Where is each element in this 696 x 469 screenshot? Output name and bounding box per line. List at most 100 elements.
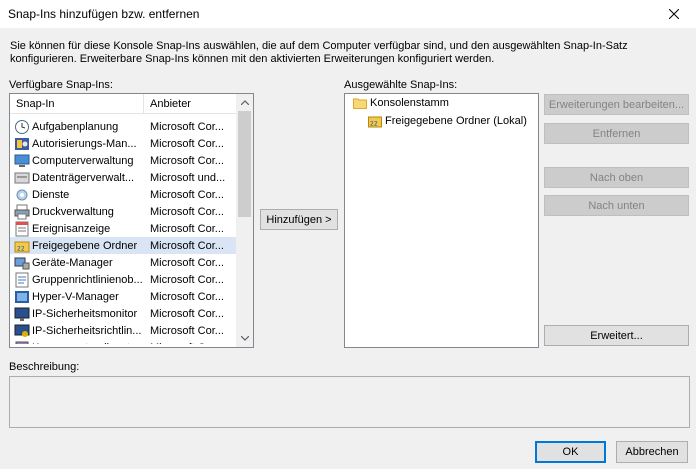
ok-button[interactable]: OK	[535, 441, 606, 463]
list-item-vendor: Microsoft Cor...	[150, 120, 224, 133]
list-item-vendor: Microsoft Cor...	[150, 290, 224, 303]
dialog-body: Sie können für diese Konsole Snap-Ins au…	[0, 28, 696, 469]
list-item-label: Aufgabenplanung	[32, 120, 119, 133]
hyper-v-icon	[15, 290, 29, 303]
computer-management-icon	[14, 154, 30, 167]
clock-icon	[15, 119, 29, 134]
list-item-vendor: Microsoft Cor...	[150, 205, 224, 218]
component-services-icon	[15, 341, 29, 344]
list-item-vendor: Microsoft Cor...	[150, 256, 224, 269]
list-item-name-cell: Computerverwaltung	[10, 153, 144, 169]
list-item-name-cell: Komponentendienste	[10, 340, 144, 345]
list-item-name-cell: Aufgabenplanung	[10, 119, 144, 135]
column-header-vendor[interactable]: Anbieter	[144, 94, 236, 114]
list-item-label: Datenträgerverwalt...	[32, 171, 135, 184]
chevron-down-icon	[240, 336, 249, 341]
list-item-label: IP-Sicherheitsrichtlin...	[32, 324, 142, 337]
list-item-label: Computerverwaltung	[32, 154, 134, 167]
list-item-label: Ereignisanzeige	[32, 222, 111, 235]
list-item[interactable]: Autorisierungs-Man... Microsoft Cor...	[10, 135, 236, 152]
list-item-vendor: Microsoft Cor...	[150, 307, 224, 320]
chevron-up-icon	[240, 100, 249, 105]
list-item-label: Gruppenrichtlinienob...	[32, 273, 143, 286]
shared-folders-icon: 22	[368, 116, 382, 128]
svg-text:22: 22	[370, 121, 378, 128]
svg-text:22: 22	[17, 245, 25, 252]
list-item-name-cell: Autorisierungs-Man...	[10, 136, 144, 152]
list-item[interactable]: Aufgabenplanung Microsoft Cor...	[10, 118, 236, 135]
tree-item-label: Konsolenstamm	[370, 97, 449, 109]
list-item-label: Hyper-V-Manager	[32, 290, 119, 303]
remove-button[interactable]: Entfernen	[544, 123, 689, 144]
close-button[interactable]	[652, 0, 696, 28]
list-item-label: Dienste	[32, 188, 70, 201]
list-item-vendor: Microsoft Cor...	[150, 222, 224, 235]
list-header: Snap-In Anbieter	[10, 94, 236, 114]
list-item-vendor: Microsoft und...	[150, 171, 226, 184]
services-gear-icon	[16, 189, 28, 200]
selected-snapins-label: Ausgewählte Snap-Ins:	[344, 79, 458, 91]
description-label: Beschreibung:	[9, 361, 80, 373]
list-item[interactable]: Hyper-V-Manager Microsoft Cor...	[10, 288, 236, 305]
list-item-label: Geräte-Manager	[32, 256, 113, 269]
list-item-name-cell: Geräte-Manager	[10, 255, 144, 271]
list-item-vendor: Microsoft Cor...	[150, 188, 224, 201]
vertical-scrollbar[interactable]	[236, 94, 253, 347]
list-item-name-cell: Hyper-V-Manager	[10, 289, 144, 305]
ip-security-monitor-icon	[14, 307, 30, 321]
move-up-button[interactable]: Nach oben	[544, 167, 689, 188]
group-policy-icon	[15, 272, 29, 287]
shared-folders-icon: 22	[14, 241, 30, 252]
list-item-vendor: Microsoft Cor...	[150, 324, 224, 337]
list-item[interactable]: Geräte-Manager Microsoft Cor...	[10, 254, 236, 271]
list-item-label: Autorisierungs-Man...	[32, 137, 137, 150]
disk-management-icon	[14, 172, 30, 183]
tree-item-console-root[interactable]: Konsolenstamm	[353, 97, 449, 109]
cancel-button[interactable]: Abbrechen	[616, 441, 688, 463]
available-snapins-list[interactable]: Snap-In Anbieter Aufgabenplanung Microsof…	[9, 93, 254, 348]
list-item-vendor: Microsoft Cor...	[150, 154, 224, 167]
advanced-button[interactable]: Erweitert...	[544, 325, 689, 346]
description-box	[9, 376, 690, 428]
add-button[interactable]: Hinzufügen >	[260, 209, 338, 230]
list-item-name-cell: Druckverwaltung	[10, 204, 144, 220]
list-item[interactable]: Dienste Microsoft Cor...	[10, 186, 236, 203]
list-item-name-cell: 22 Freigegebene Ordner	[10, 238, 144, 254]
move-down-button[interactable]: Nach unten	[544, 195, 689, 216]
list-item[interactable]: Komponentendienste Microsoft Cor...	[10, 339, 236, 344]
device-manager-icon	[14, 257, 30, 269]
list-item[interactable]: 22 Freigegebene Ordner Microsoft Cor...	[10, 237, 236, 254]
list-item[interactable]: Computerverwaltung Microsoft Cor...	[10, 152, 236, 169]
list-item-label: Komponentendienste	[32, 342, 136, 345]
column-header-snapin[interactable]: Snap-In	[10, 94, 144, 114]
list-item-vendor: Microsoft Cor...	[150, 273, 224, 286]
list-item[interactable]: Druckverwaltung Microsoft Cor...	[10, 203, 236, 220]
edit-extensions-button[interactable]: Erweiterungen bearbeiten...	[544, 94, 689, 115]
tree-item-shared-folders[interactable]: 22 Freigegebene Ordner (Lokal)	[368, 114, 527, 128]
list-item-name-cell: IP-Sicherheitsmonitor	[10, 306, 144, 322]
title-bar: Snap-Ins hinzufügen bzw. entfernen	[0, 0, 696, 28]
list-item-name-cell: Datenträgerverwalt...	[10, 170, 144, 186]
list-item[interactable]: Gruppenrichtlinienob... Microsoft Cor...	[10, 271, 236, 288]
printer-icon	[14, 204, 30, 219]
list-item-name-cell: Gruppenrichtlinienob...	[10, 272, 144, 288]
available-snapins-label: Verfügbare Snap-Ins:	[9, 79, 113, 91]
intro-text: Sie können für diese Konsole Snap-Ins au…	[10, 40, 628, 65]
folder-icon	[353, 98, 367, 109]
list-item[interactable]: IP-Sicherheitsrichtlin... Microsoft Cor..…	[10, 322, 236, 339]
authorization-icon	[15, 137, 29, 150]
list-item-label: IP-Sicherheitsmonitor	[32, 307, 138, 320]
list-item-name-cell: IP-Sicherheitsrichtlin...	[10, 323, 144, 339]
scroll-up-arrow[interactable]	[236, 94, 253, 111]
selected-snapins-tree[interactable]: Konsolenstamm 22 Freigegebene Ordner (Lo…	[344, 93, 539, 348]
ip-security-policy-icon	[14, 324, 30, 337]
list-item-label: Druckverwaltung	[32, 205, 114, 218]
scroll-thumb[interactable]	[238, 111, 251, 217]
list-item[interactable]: IP-Sicherheitsmonitor Microsoft Cor...	[10, 305, 236, 322]
list-item-name-cell: Ereignisanzeige	[10, 221, 144, 237]
list-item[interactable]: Datenträgerverwalt... Microsoft und...	[10, 169, 236, 186]
list-item-name-cell: Dienste	[10, 187, 144, 203]
list-item-label: Freigegebene Ordner	[32, 239, 138, 252]
scroll-down-arrow[interactable]	[236, 330, 253, 347]
list-item[interactable]: Ereignisanzeige Microsoft Cor...	[10, 220, 236, 237]
